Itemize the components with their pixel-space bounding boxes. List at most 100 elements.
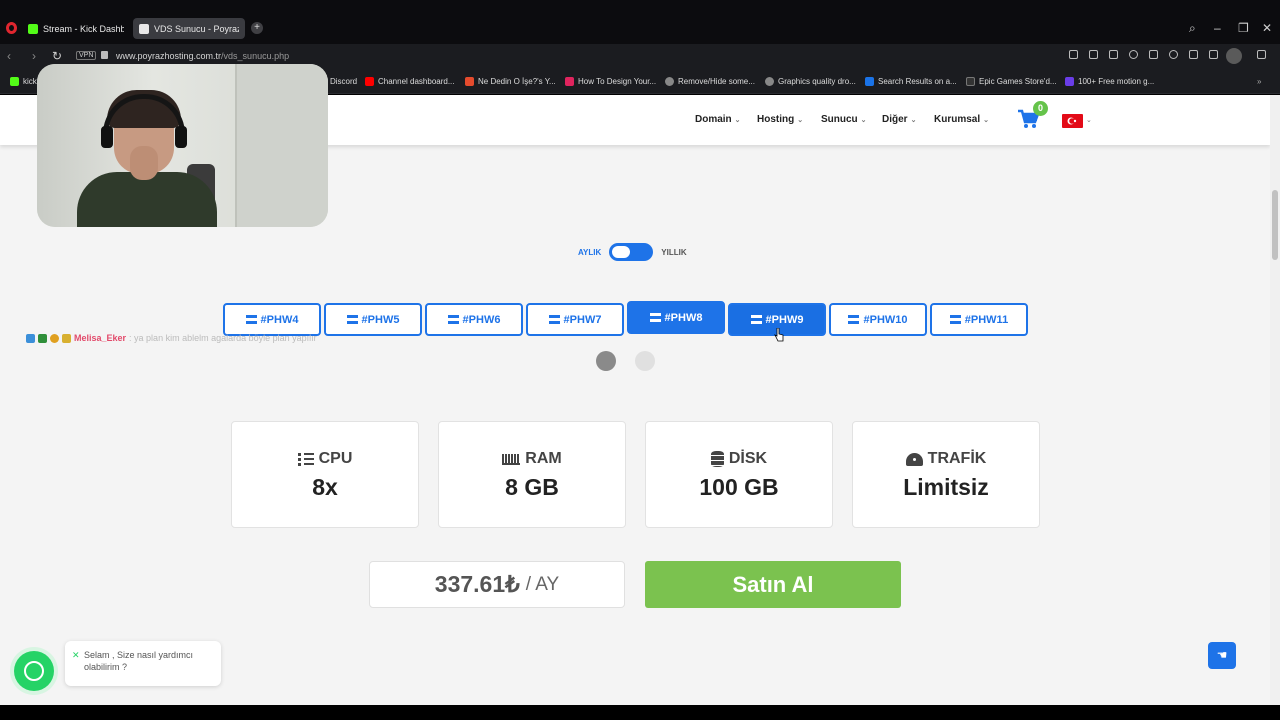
plan-label: #PHW10 bbox=[863, 313, 908, 326]
url-host: www.poyrazhosting.com.tr bbox=[116, 51, 222, 61]
spec-label: CPU bbox=[318, 450, 353, 467]
server-icon bbox=[245, 315, 257, 324]
bookmark-label: Search Results on a... bbox=[878, 77, 957, 86]
plan-tab-phw4[interactable]: #PHW4 bbox=[223, 303, 321, 336]
tab-kick-dashboard[interactable]: Stream - Kick Dashboard bbox=[22, 18, 130, 39]
bookmark-motion[interactable]: 100+ Free motion g... bbox=[1065, 77, 1154, 86]
vpn-badge[interactable]: VPN bbox=[76, 51, 97, 60]
nav-hosting[interactable]: Hosting ⌄ bbox=[757, 114, 803, 125]
billing-toggle-group: AYLIK YILLIK bbox=[578, 243, 687, 261]
plan-tab-phw6[interactable]: #PHW6 bbox=[425, 303, 523, 336]
plan-label: #PHW4 bbox=[260, 313, 299, 326]
turkish-flag-icon[interactable] bbox=[1062, 114, 1083, 128]
tab-vds-sunucu[interactable]: VDS Sunucu - Poyraz Hos bbox=[133, 18, 245, 39]
camera-icon[interactable] bbox=[1109, 50, 1118, 59]
nav-domain[interactable]: Domain ⌄ bbox=[695, 114, 741, 125]
hand-pointer-icon: ☚ bbox=[1216, 648, 1228, 662]
heart-icon[interactable] bbox=[1169, 50, 1178, 59]
restore-icon[interactable]: ❐ bbox=[1238, 21, 1249, 35]
webcam-door bbox=[235, 64, 328, 227]
extensions-icon[interactable] bbox=[1257, 50, 1266, 59]
spec-value: 100 GB bbox=[699, 474, 779, 500]
billing-period-toggle[interactable] bbox=[609, 243, 654, 261]
search-icon[interactable]: ⌕ bbox=[1189, 21, 1196, 36]
help-widget-button[interactable]: ☚ bbox=[1208, 642, 1236, 669]
webcam-person-hand bbox=[130, 146, 158, 180]
lock-icon[interactable] bbox=[101, 51, 108, 59]
minimize-icon[interactable]: – bbox=[1214, 21, 1221, 35]
scrollbar-thumb[interactable] bbox=[1272, 190, 1278, 260]
buy-button[interactable]: Satın Al bbox=[645, 561, 901, 608]
bookmark-search-results[interactable]: Search Results on a... bbox=[865, 77, 957, 86]
close-window-icon[interactable]: ✕ bbox=[1262, 21, 1272, 35]
forward-arrow-icon[interactable]: › bbox=[32, 49, 36, 63]
monthly-label[interactable]: AYLIK bbox=[578, 248, 601, 257]
plan-tab-phw7[interactable]: #PHW7 bbox=[526, 303, 624, 336]
chevron-down-icon[interactable]: ⌄ bbox=[1086, 116, 1092, 124]
url-field[interactable]: www.poyrazhosting.com.tr/vds_sunucu.php bbox=[116, 51, 289, 61]
whatsapp-button[interactable] bbox=[14, 651, 54, 691]
tab-label: Stream - Kick Dashboard bbox=[43, 23, 124, 34]
bookmark-discord[interactable]: Discord bbox=[330, 77, 357, 86]
back-arrow-icon[interactable]: ‹ bbox=[7, 49, 11, 63]
plan-label: #PHW9 bbox=[765, 313, 804, 326]
page-scrollbar[interactable] bbox=[1270, 95, 1280, 705]
bookmark-design[interactable]: How To Design Your... bbox=[565, 77, 656, 86]
close-icon[interactable]: ✕ bbox=[72, 649, 80, 661]
chevron-down-icon: ⌄ bbox=[910, 117, 917, 124]
bookmark-remove-hide[interactable]: Remove/Hide some... bbox=[665, 77, 755, 86]
profile-avatar[interactable] bbox=[1226, 48, 1242, 64]
plan-tab-phw8[interactable]: #PHW8 bbox=[627, 301, 725, 334]
edit-icon[interactable] bbox=[1089, 50, 1098, 59]
plan-label: #PHW7 bbox=[563, 313, 602, 326]
spec-card-disk: DİSK 100 GB bbox=[645, 421, 833, 528]
plan-label: #PHW8 bbox=[664, 311, 703, 324]
bookmark-graphics[interactable]: Graphics quality dro... bbox=[765, 77, 856, 86]
nav-sunucu[interactable]: Sunucu ⌄ bbox=[821, 114, 867, 125]
spec-card-ram: RAM 8 GB bbox=[438, 421, 626, 528]
server-icon bbox=[548, 315, 560, 324]
bookmark-ne-dedin[interactable]: Ne Dedin O İşe?'s Y... bbox=[465, 77, 556, 86]
nav-kurumsal[interactable]: Kurumsal ⌄ bbox=[934, 114, 989, 125]
carousel-dot-2[interactable] bbox=[635, 351, 655, 371]
bookmark-epic-games[interactable]: Epic Games Store'd... bbox=[966, 77, 1057, 86]
new-tab-plus-icon[interactable]: + bbox=[251, 22, 263, 34]
bookmarks-more-icon[interactable]: » bbox=[1257, 77, 1261, 86]
whatsapp-greeting-bubble[interactable]: ✕ Selam , Size nasıl yardımcı olabilirim… bbox=[65, 641, 221, 686]
bookmark-kick[interactable]: kick bbox=[10, 77, 37, 86]
nav-label: Kurumsal bbox=[934, 114, 981, 125]
opera-logo-icon[interactable] bbox=[6, 22, 17, 34]
play-icon[interactable] bbox=[1149, 50, 1158, 59]
chat-text: : ya plan kim ablelm agalarda böyle plan… bbox=[129, 333, 317, 343]
stream-chat-message: Melisa_Eker : ya plan kim ablelm agalard… bbox=[26, 333, 317, 343]
webcam-person-body bbox=[77, 172, 217, 227]
spec-cards: CPU 8x RAM 8 GB DİSK 100 GB TRAFİK Limit… bbox=[231, 421, 1040, 528]
plan-tab-phw5[interactable]: #PHW5 bbox=[324, 303, 422, 336]
kick-favicon-icon bbox=[28, 23, 38, 34]
download-icon[interactable] bbox=[1189, 50, 1198, 59]
spec-card-cpu: CPU 8x bbox=[231, 421, 419, 528]
yearly-label[interactable]: YILLIK bbox=[661, 248, 686, 257]
plan-tab-phw11[interactable]: #PHW11 bbox=[930, 303, 1028, 336]
gauge-icon bbox=[905, 452, 923, 466]
menu-icon[interactable] bbox=[1209, 50, 1218, 59]
spec-value: 8x bbox=[312, 474, 338, 500]
chevron-down-icon: ⌄ bbox=[983, 117, 989, 124]
plan-tab-phw10[interactable]: #PHW10 bbox=[829, 303, 927, 336]
bookmark-label: kick bbox=[23, 77, 37, 86]
globe-icon bbox=[665, 77, 674, 86]
nav-diger[interactable]: Diğer ⌄ bbox=[882, 114, 916, 125]
bookmark-favicon-icon bbox=[1065, 77, 1074, 86]
reload-icon[interactable]: ↻ bbox=[52, 49, 62, 63]
server-icon bbox=[649, 313, 661, 322]
chat-badge-icon bbox=[26, 333, 35, 343]
reader-icon[interactable] bbox=[1069, 50, 1078, 59]
chevron-down-icon: ⌄ bbox=[860, 117, 867, 124]
shield-icon[interactable] bbox=[1129, 50, 1138, 59]
server-icon bbox=[447, 315, 459, 324]
bookmark-channel-dashboard[interactable]: Channel dashboard... bbox=[365, 77, 455, 86]
toggle-knob bbox=[612, 246, 631, 258]
chevron-down-icon: ⌄ bbox=[734, 117, 741, 124]
carousel-dot-1[interactable] bbox=[596, 351, 616, 371]
server-icon bbox=[848, 315, 860, 324]
